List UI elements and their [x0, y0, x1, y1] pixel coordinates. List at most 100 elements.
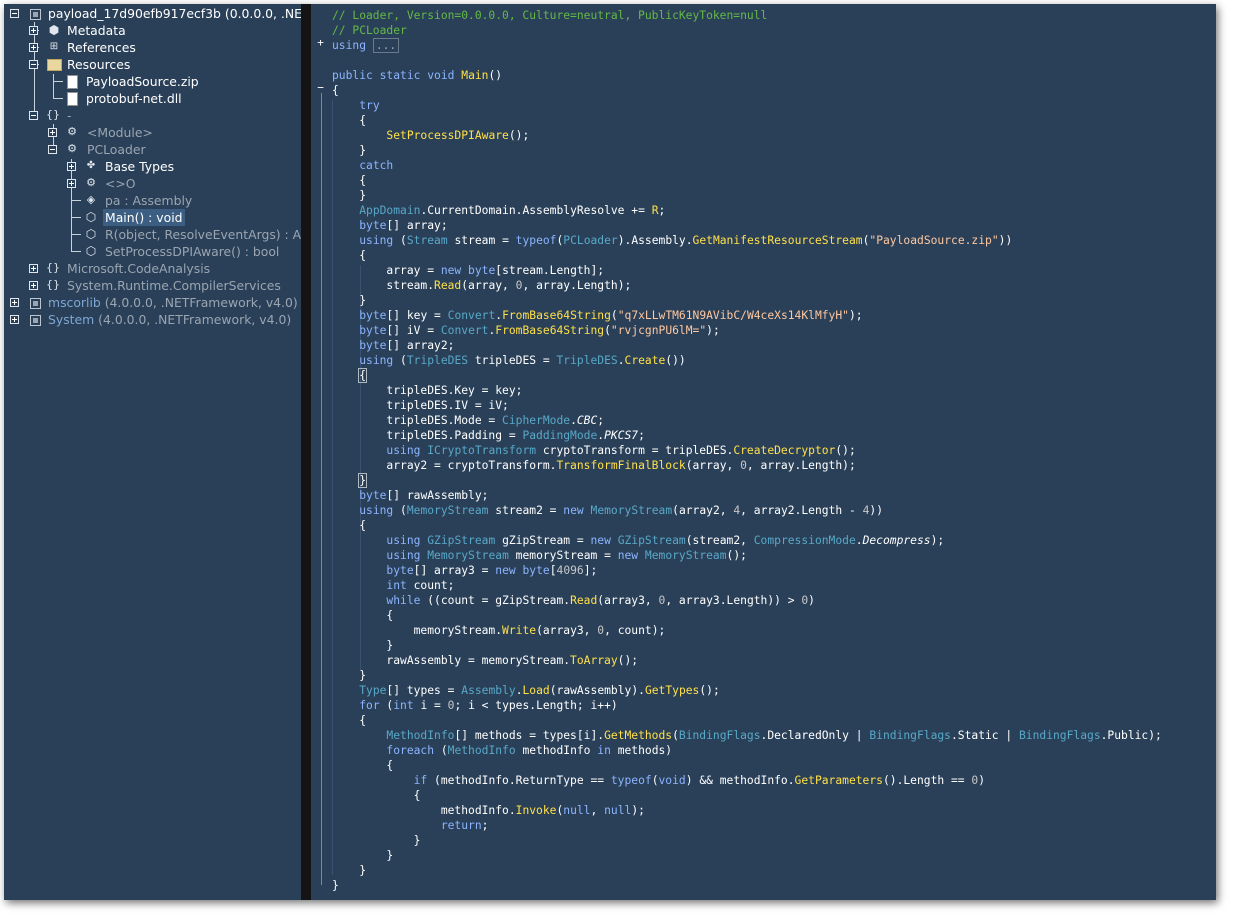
expand-icon[interactable]	[67, 179, 76, 188]
tree-node-label: payload_17d90efb917ecf3b	[48, 6, 221, 21]
method-icon: ⬡	[85, 244, 97, 258]
tree-node-label: References	[67, 40, 136, 55]
code-view[interactable]: + − // Loader, Version=0.0.0.0, Culture=…	[311, 4, 1216, 900]
code-line: tripleDES.Key = key;	[332, 384, 523, 397]
tree-node-label: System	[48, 312, 95, 327]
base-types-icon: ✤	[86, 160, 96, 171]
code-line: MethodInfo[] methods = types[i].GetMetho…	[386, 729, 1162, 742]
code-line: }	[332, 849, 394, 862]
code-line: using ...	[332, 38, 400, 53]
expand-icon[interactable]	[48, 128, 57, 137]
code-line: byte[] rawAssembly;	[359, 489, 489, 502]
expand-icon[interactable]	[10, 315, 19, 324]
tree-node-label: -	[67, 108, 72, 123]
code-line: }	[358, 473, 368, 488]
collapse-region-icon[interactable]: −	[316, 82, 325, 93]
method-icon: ⬡	[85, 210, 97, 224]
code-line: {	[332, 519, 367, 532]
code-line: }	[332, 294, 367, 307]
tree-node-label: protobuf-net.dll	[86, 91, 182, 106]
code-line: }	[332, 669, 367, 682]
tree-node-payload-assembly[interactable]: payload_17d90efb917ecf3b (0.0.0.0, .NETF…	[4, 5, 301, 22]
assembly-tree[interactable]: payload_17d90efb917ecf3b (0.0.0.0, .NETF…	[4, 4, 301, 900]
tree-node-label: pa : Assembly	[105, 193, 193, 208]
expand-icon[interactable]	[67, 162, 76, 171]
code-line: while ((count = gZipStream.Read(array3, …	[386, 594, 815, 607]
code-line: using (MemoryStream stream2 = new Memory…	[359, 504, 884, 517]
tree-node-label: SetProcessDPIAware() : bool	[105, 244, 280, 259]
code-line: }	[332, 864, 367, 877]
field-icon: ◈	[86, 193, 96, 206]
code-line: if (methodInfo.ReturnType == typeof(void…	[413, 774, 986, 787]
code-line: }	[332, 879, 339, 892]
tree-node-version: (0.0.0.0, .NETFra	[224, 6, 301, 21]
code-line: {	[332, 789, 421, 802]
expand-icon[interactable]	[29, 26, 38, 35]
method-icon: ⬡	[85, 227, 97, 241]
code-line: tripleDES.Mode = CipherMode.CBC;	[332, 414, 605, 427]
code-line: public static void Main()	[332, 69, 503, 82]
code-line: }	[332, 639, 394, 652]
code-line: {	[358, 368, 368, 383]
code-line: byte[] iV = Convert.FromBase64String("rv…	[359, 324, 720, 337]
collapse-icon[interactable]	[29, 60, 38, 69]
namespace-icon: {}	[46, 261, 60, 274]
code-line: methodInfo.Invoke(null, null);	[332, 804, 645, 817]
code-line: }	[332, 834, 421, 847]
collapse-icon[interactable]	[10, 9, 19, 18]
tree-node-label: PCLoader	[87, 142, 146, 157]
tree-node-label: Resources	[67, 57, 131, 72]
code-line: catch	[359, 159, 394, 172]
tree-node-label-selected: Main() : void	[103, 209, 185, 226]
code-line: using MemoryStream memoryStream = new Me…	[386, 549, 747, 562]
code-line: }	[332, 189, 367, 202]
assembly-icon	[30, 9, 41, 20]
tree-node-label: Microsoft.CodeAnalysis	[67, 261, 211, 276]
code-line: foreach (MethodInfo methodInfo in method…	[386, 744, 673, 757]
assembly-icon	[30, 315, 41, 326]
expand-icon[interactable]	[29, 281, 38, 290]
folder-icon	[47, 59, 62, 71]
collapse-icon[interactable]	[29, 111, 38, 120]
code-line: AppDomain.CurrentDomain.AssemblyResolve …	[359, 204, 666, 217]
code-line: return;	[440, 819, 489, 832]
code-line: {	[332, 759, 394, 772]
tree-node-label: mscorlib	[48, 295, 101, 310]
class-icon: ⚙	[67, 142, 77, 155]
code-line: SetProcessDPIAware();	[386, 129, 530, 142]
code-line: using GZipStream gZipStream = new GZipSt…	[386, 534, 945, 547]
code-line: tripleDES.IV = iV;	[332, 399, 509, 412]
tree-node-label: PayloadSource.zip	[86, 74, 199, 89]
tree-node-label: Base Types	[105, 159, 175, 174]
code-line: stream.Read(array, 0, array.Length);	[332, 279, 632, 292]
expand-icon[interactable]	[29, 43, 38, 52]
code-line: {	[332, 714, 367, 727]
assembly-icon	[30, 298, 41, 309]
code-line: byte[] array3 = new byte[4096];	[386, 564, 598, 577]
collapse-icon[interactable]	[48, 145, 57, 154]
namespace-icon: {}	[46, 278, 60, 291]
metadata-icon: ⬢	[48, 23, 60, 37]
class-icon: ⚙	[67, 125, 77, 138]
pane-splitter[interactable]	[301, 4, 311, 900]
code-line: {	[332, 174, 367, 187]
tree-node-label: <>O	[105, 176, 136, 191]
file-icon	[67, 92, 78, 106]
code-line: tripleDES.Padding = PaddingMode.PKCS7;	[332, 429, 645, 442]
expand-region-icon[interactable]: +	[316, 37, 325, 48]
code-line: // PCLoader	[332, 24, 407, 37]
code-line: byte[] array;	[359, 219, 448, 232]
code-line: // Loader, Version=0.0.0.0, Culture=neut…	[332, 9, 768, 22]
code-line: memoryStream.Write(array3, 0, count);	[332, 624, 666, 637]
tree-node-label: Metadata	[67, 23, 126, 38]
expand-icon[interactable]	[29, 264, 38, 273]
code-line: Type[] types = Assembly.Load(rawAssembly…	[359, 684, 720, 697]
collapsed-usings[interactable]: ...	[372, 38, 400, 53]
code-line: {	[332, 84, 339, 97]
decompiler-window: payload_17d90efb917ecf3b (0.0.0.0, .NETF…	[4, 4, 1216, 900]
code-line: array2 = cryptoTransform.TransformFinalB…	[332, 459, 856, 472]
code-line: using ICryptoTransform cryptoTransform =…	[386, 444, 856, 457]
code-line: {	[332, 114, 367, 127]
expand-icon[interactable]	[10, 298, 19, 307]
class-icon: ⚙	[86, 176, 96, 189]
